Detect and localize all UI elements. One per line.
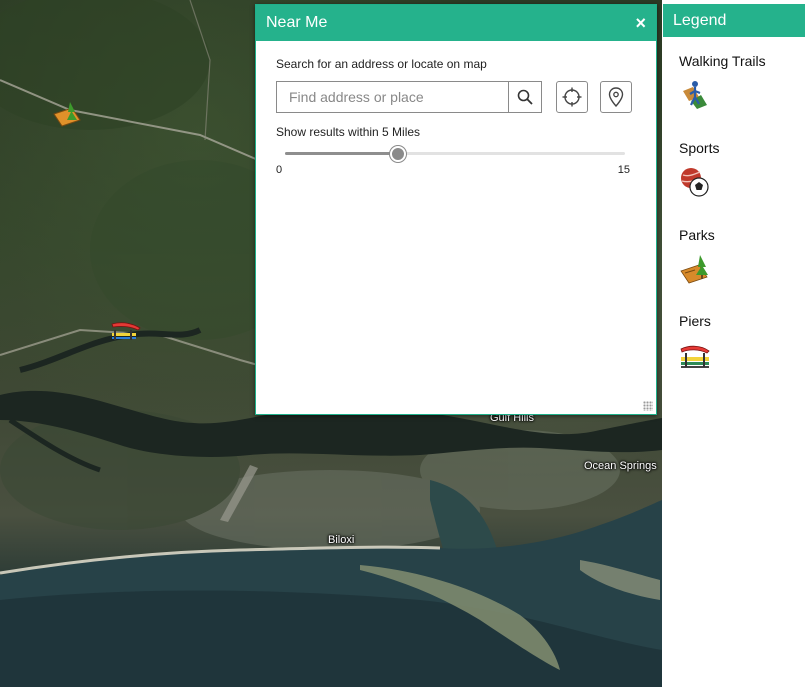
legend-item-label: Parks: [679, 227, 715, 243]
map-label-ocean-springs: Ocean Springs: [584, 460, 657, 472]
legend-item-sports: Sports: [679, 140, 766, 227]
sports-icon: [681, 168, 709, 197]
legend-title: Legend: [673, 11, 727, 29]
legend-header: Legend: [663, 4, 805, 37]
legend-item-walking-trails: Walking Trails: [679, 53, 766, 140]
map-pin-icon: [608, 87, 624, 107]
legend-item-label: Walking Trails: [679, 53, 766, 69]
legend-item-label: Piers: [679, 313, 711, 329]
near-me-header: Near Me ×: [256, 5, 656, 41]
select-location-button[interactable]: [600, 81, 632, 113]
near-me-panel: Near Me × Search for an address or locat…: [255, 4, 657, 415]
legend-item-parks: Parks: [679, 227, 766, 313]
near-me-title: Near Me: [266, 14, 328, 31]
legend-panel: Legend Walking Trails Sports Parks Piers: [662, 0, 805, 687]
legend-item-piers: Piers: [679, 313, 766, 400]
search-box: [276, 81, 542, 113]
search-input[interactable]: [277, 82, 508, 112]
radius-slider[interactable]: [285, 143, 625, 163]
walking-trails-icon: [683, 81, 707, 109]
resize-handle[interactable]: [643, 401, 653, 411]
radius-caption: Show results within 5 Miles: [276, 125, 421, 139]
crosshair-icon: [562, 87, 582, 107]
slider-min-label: 0: [276, 164, 283, 176]
search-caption: Search for an address or locate on map: [276, 57, 487, 71]
legend-item-label: Sports: [679, 140, 720, 156]
slider-max-label: 15: [617, 164, 630, 176]
search-icon: [517, 89, 533, 105]
piers-icon: [680, 345, 710, 368]
slider-thumb[interactable]: [390, 146, 406, 162]
close-button[interactable]: ×: [635, 13, 646, 34]
map-label-biloxi: Biloxi: [328, 534, 355, 546]
parks-icon: [680, 255, 708, 284]
locate-button[interactable]: [556, 81, 588, 113]
slider-fill: [285, 152, 398, 155]
search-button[interactable]: [508, 82, 541, 112]
